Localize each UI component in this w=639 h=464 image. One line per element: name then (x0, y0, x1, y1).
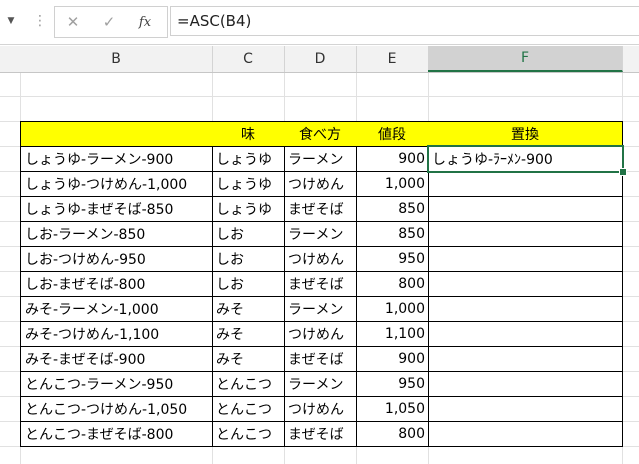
enter-icon[interactable]: ✓ (91, 8, 127, 36)
flavor-cell[interactable]: みそ (212, 321, 285, 347)
price-cell[interactable]: 1,000 (356, 171, 429, 197)
flavor-cell[interactable]: しょうゆ (212, 146, 285, 172)
flavor-cell[interactable]: みそ (212, 296, 285, 322)
flavor-cell[interactable]: しお (212, 221, 285, 247)
worksheet-grid[interactable]: 味食べ方 値段 置換 しょうゆ-ラーメン-900 しょうゆ ラーメン 900 しょうゆ-ﾗｰﾒ… (0, 73, 639, 464)
column-header-f[interactable]: F (428, 46, 623, 72)
style-cell[interactable]: まぜそば (284, 346, 357, 372)
converted-cell[interactable] (428, 396, 623, 422)
formula-buttons: ✕ ✓ fx (54, 6, 168, 38)
item-cell[interactable]: しょうゆ-つけめん-1,000 (20, 171, 213, 197)
converted-cell[interactable] (428, 346, 623, 372)
header-cell[interactable]: 味 (212, 121, 285, 147)
item-cell[interactable]: みそ-ラーメン-1,000 (20, 296, 213, 322)
item-cell[interactable]: とんこつ-まぜそば-800 (20, 421, 213, 447)
price-cell[interactable]: 800 (356, 271, 429, 297)
price-cell[interactable]: 800 (356, 421, 429, 447)
insert-function-icon[interactable]: fx (127, 8, 163, 36)
style-cell[interactable]: ラーメン (284, 296, 357, 322)
price-cell[interactable]: 900 (356, 346, 429, 372)
flavor-cell[interactable]: とんこつ (212, 396, 285, 422)
price-cell[interactable]: 950 (356, 371, 429, 397)
converted-cell[interactable] (428, 271, 623, 297)
style-cell[interactable]: ラーメン (284, 146, 357, 172)
price-cell[interactable]: 900 (356, 146, 429, 172)
header-cell[interactable]: 食べ方 (284, 121, 357, 147)
converted-cell[interactable] (428, 246, 623, 272)
flavor-cell[interactable]: しょうゆ (212, 196, 285, 222)
flavor-cell[interactable]: しょうゆ (212, 171, 285, 197)
flavor-cell[interactable]: とんこつ (212, 371, 285, 397)
column-header-c[interactable]: C (212, 46, 285, 72)
converted-cell[interactable] (428, 321, 623, 347)
style-cell[interactable]: ラーメン (284, 221, 357, 247)
header-cell[interactable]: 置換 (428, 121, 623, 147)
converted-cell[interactable] (428, 196, 623, 222)
style-cell[interactable]: つけめん (284, 246, 357, 272)
gridline-horizontal (0, 96, 639, 97)
formula-bar: ▼ ⋮ ✕ ✓ fx =ASC(B4) (0, 0, 639, 45)
namebox-dropdown-icon[interactable]: ▼ (0, 8, 22, 34)
fill-handle[interactable] (619, 168, 627, 176)
cancel-icon[interactable]: ✕ (55, 8, 91, 36)
style-cell[interactable]: つけめん (284, 171, 357, 197)
converted-cell[interactable] (428, 221, 623, 247)
flavor-cell[interactable]: しお (212, 246, 285, 272)
flavor-cell[interactable]: みそ (212, 346, 285, 372)
item-cell[interactable]: しお-まぜそば-800 (20, 271, 213, 297)
item-cell[interactable]: とんこつ-ラーメン-950 (20, 371, 213, 397)
converted-cell[interactable] (428, 421, 623, 447)
converted-cell[interactable] (428, 371, 623, 397)
price-cell[interactable]: 1,100 (356, 321, 429, 347)
converted-cell[interactable] (428, 171, 623, 197)
column-header-d[interactable]: D (284, 46, 357, 72)
price-cell[interactable]: 1,000 (356, 296, 429, 322)
item-cell[interactable]: しお-つけめん-950 (20, 246, 213, 272)
formula-bar-grip-icon[interactable]: ⋮ (30, 6, 50, 36)
header-cell[interactable]: 値段 (356, 121, 429, 147)
style-cell[interactable]: まぜそば (284, 421, 357, 447)
item-cell[interactable]: みそ-まぜそば-900 (20, 346, 213, 372)
style-cell[interactable]: つけめん (284, 396, 357, 422)
style-cell[interactable]: つけめん (284, 321, 357, 347)
column-header-row: BCDEF (0, 46, 639, 73)
header-cell[interactable] (20, 121, 213, 147)
style-cell[interactable]: まぜそば (284, 196, 357, 222)
flavor-cell[interactable]: しお (212, 271, 285, 297)
item-cell[interactable]: とんこつ-つけめん-1,050 (20, 396, 213, 422)
column-header-e[interactable]: E (356, 46, 429, 72)
column-header-b[interactable]: B (20, 46, 213, 72)
flavor-cell[interactable]: とんこつ (212, 421, 285, 447)
price-cell[interactable]: 850 (356, 221, 429, 247)
item-cell[interactable]: しお-ラーメン-850 (20, 221, 213, 247)
converted-cell[interactable] (428, 296, 623, 322)
style-cell[interactable]: まぜそば (284, 271, 357, 297)
item-cell[interactable]: しょうゆ-まぜそば-850 (20, 196, 213, 222)
style-cell[interactable]: ラーメン (284, 371, 357, 397)
active-cell-outline (427, 145, 624, 173)
item-cell[interactable]: みそ-つけめん-1,100 (20, 321, 213, 347)
formula-input[interactable]: =ASC(B4) (170, 6, 639, 36)
price-cell[interactable]: 950 (356, 246, 429, 272)
item-cell[interactable]: しょうゆ-ラーメン-900 (20, 146, 213, 172)
price-cell[interactable]: 1,050 (356, 396, 429, 422)
price-cell[interactable]: 850 (356, 196, 429, 222)
